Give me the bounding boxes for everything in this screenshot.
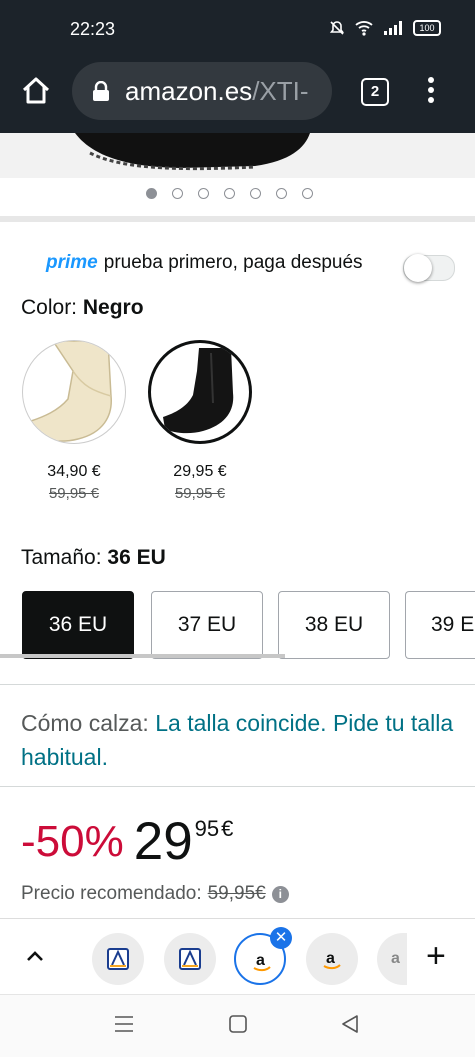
recents-menu-icon[interactable] — [114, 1015, 134, 1033]
toggle-knob — [404, 254, 432, 282]
recommended-price: Precio recomendado: 59,95€ i — [21, 883, 289, 905]
tab-strip: a ✕ a a + — [0, 918, 475, 994]
size-label: Tamaño: 36 EU — [21, 546, 166, 570]
color-swatch-black[interactable] — [148, 340, 252, 444]
color-swatch-beige[interactable] — [22, 340, 126, 444]
amazon-logo-icon: a — [323, 950, 341, 970]
prime-toggle[interactable] — [403, 254, 455, 282]
divider — [0, 786, 475, 787]
url-text[interactable]: amazon.es/XTI- — [125, 76, 325, 107]
price-whole: 29 — [133, 812, 193, 871]
new-tab-icon[interactable]: + — [426, 939, 446, 973]
carousel-dot[interactable] — [302, 188, 313, 199]
prime-logo: prime — [46, 252, 98, 273]
color-label-text: Color: — [21, 296, 83, 319]
size-label-text: Tamaño: — [21, 546, 108, 569]
svg-text:a: a — [326, 950, 335, 967]
prime-text: prueba primero, paga después — [103, 252, 363, 273]
home-square-icon[interactable] — [228, 1014, 248, 1034]
tab-aldi-2[interactable] — [164, 933, 216, 985]
tab-switcher-button[interactable]: 2 — [361, 78, 389, 106]
image-carousel-dots — [146, 188, 313, 199]
mute-icon — [329, 21, 345, 35]
price-fraction: 95 — [194, 816, 220, 841]
overflow-menu-icon[interactable] — [428, 77, 434, 107]
size-option-36[interactable]: 36 EU — [22, 591, 134, 659]
prime-try-before-buy: prime prueba primero, paga después — [46, 252, 363, 274]
carousel-dot[interactable] — [276, 188, 287, 199]
status-icons: 100 — [329, 20, 441, 36]
recommended-value: 59,95€ — [207, 883, 266, 904]
size-selected: 36 EU — [107, 546, 166, 569]
carousel-dot[interactable] — [250, 188, 261, 199]
aldi-logo-icon — [179, 948, 201, 970]
tab-aldi-1[interactable] — [92, 933, 144, 985]
product-image[interactable] — [0, 133, 475, 178]
fit-label: Cómo calza: — [21, 710, 156, 736]
color-price: 29,95 € — [173, 463, 227, 480]
carousel-dot[interactable] — [224, 188, 235, 199]
home-icon[interactable] — [20, 75, 52, 107]
boot-sole-image — [75, 133, 310, 171]
price-block: -50% 29 95 € — [21, 812, 233, 872]
wifi-icon — [355, 21, 373, 36]
color-old-price: 59,95 € — [174, 485, 226, 502]
divider — [0, 684, 475, 685]
signal-icon — [384, 21, 402, 35]
back-triangle-icon[interactable] — [340, 1014, 360, 1034]
color-label: Color: Negro — [21, 296, 144, 320]
recommended-label: Precio recomendado: — [21, 883, 202, 904]
lock-icon — [93, 81, 109, 101]
battery-icon: 100 — [413, 20, 441, 36]
svg-text:a: a — [256, 952, 265, 969]
color-old-price: 59,95 € — [48, 485, 100, 502]
svg-text:a: a — [391, 950, 400, 967]
aldi-logo-icon — [107, 948, 129, 970]
tab-amazon-2[interactable]: a — [306, 933, 358, 985]
carousel-dot[interactable] — [198, 188, 209, 199]
url-domain: amazon.es — [125, 76, 253, 106]
tab-amazon-active[interactable]: a ✕ — [234, 927, 292, 985]
color-selected: Negro — [82, 296, 144, 319]
close-tab-icon[interactable]: ✕ — [270, 927, 292, 949]
size-scrollbar[interactable] — [0, 654, 285, 658]
size-option-37[interactable]: 37 EU — [151, 591, 263, 659]
color-price: 34,90 € — [47, 463, 101, 480]
chevron-up-icon[interactable] — [24, 945, 46, 967]
size-option-38[interactable]: 38 EU — [278, 591, 390, 659]
carousel-dot[interactable] — [146, 188, 157, 199]
black-boot-image — [163, 348, 234, 434]
amazon-logo-icon: a — [391, 950, 400, 967]
carousel-dot[interactable] — [172, 188, 183, 199]
price-currency: € — [221, 816, 234, 841]
address-bar[interactable]: amazon.es/XTI- — [72, 62, 332, 120]
url-path: /XTI- — [252, 76, 309, 106]
beige-boot-image — [30, 341, 112, 442]
discount-percent: -50% — [21, 817, 124, 866]
info-icon[interactable]: i — [271, 885, 289, 903]
tab-amazon-3[interactable]: a — [377, 933, 407, 985]
size-option-39[interactable]: 39 E — [405, 591, 475, 659]
amazon-logo-icon: a — [253, 952, 271, 972]
system-nav-bar — [0, 994, 475, 1057]
browser-top-bar: 22:23 100 amazon.es/XTI- 2 — [0, 0, 475, 133]
status-time: 22:23 — [70, 19, 116, 39]
divider — [0, 216, 475, 222]
fit-info: Cómo calza: La talla coincide. Pide tu t… — [21, 706, 461, 774]
